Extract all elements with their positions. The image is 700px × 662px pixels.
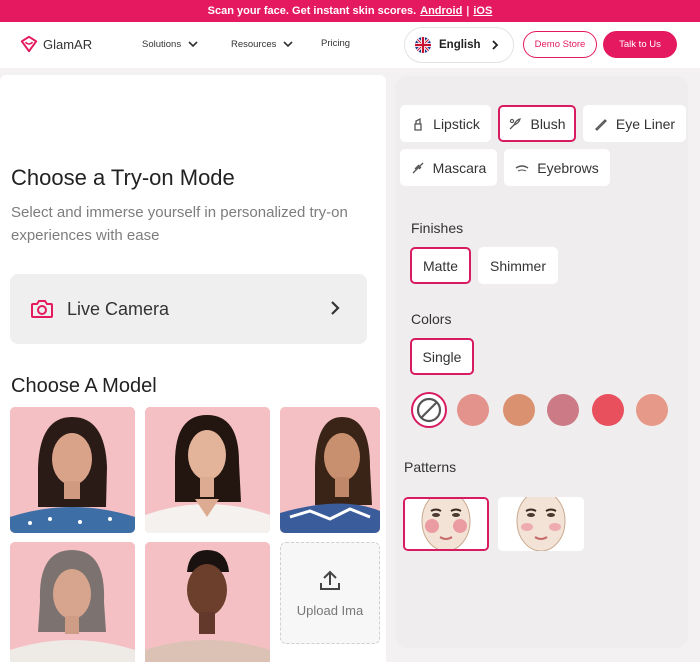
chevron-down-icon (188, 41, 198, 48)
finishes-label: Finishes (411, 220, 464, 236)
live-camera-label: Live Camera (67, 298, 170, 319)
talk-to-us-button[interactable]: Talk to Us (603, 31, 677, 58)
eyeliner-icon (595, 118, 607, 131)
category-label: Blush (530, 115, 566, 132)
upload-icon (320, 570, 340, 590)
category-eyebrows[interactable]: Eyebrows (504, 149, 610, 186)
category-mascara[interactable]: Mascara (400, 149, 497, 186)
finish-label: Matte (422, 257, 458, 274)
pattern-option[interactable] (498, 497, 584, 551)
language-selector[interactable]: English (404, 27, 514, 63)
blush-brush-icon (510, 117, 522, 129)
color-swatch[interactable] (503, 394, 535, 426)
category-label: Lipstick (433, 115, 480, 132)
no-color-swatch[interactable] (411, 392, 447, 428)
chevron-right-icon (492, 40, 499, 50)
blush-pattern-cheeks-icon (405, 499, 487, 549)
promo-text: Scan your face. Get instant skin scores. (207, 5, 417, 17)
lipstick-icon (414, 117, 422, 131)
nav-resources-label: Resources (231, 38, 277, 50)
finish-label: Shimmer (489, 257, 546, 274)
demo-store-button[interactable]: Demo Store (523, 31, 597, 58)
eyebrow-icon (515, 164, 529, 171)
model-thumbnail[interactable] (280, 407, 380, 533)
model-thumbnail[interactable] (10, 542, 135, 662)
ios-link[interactable]: iOS (473, 5, 492, 17)
try-on-mode-panel: Choose a Try-on Mode Select and immerse … (0, 75, 386, 662)
pattern-option[interactable] (403, 497, 489, 551)
choose-model-title: Choose A Model (11, 375, 157, 397)
mascara-icon (412, 162, 424, 173)
glamar-logo-icon (20, 35, 38, 53)
color-mode-single[interactable]: Single (410, 338, 474, 375)
category-label: Mascara (432, 159, 487, 176)
android-link[interactable]: Android (420, 5, 462, 17)
brand-name: GlamAR (43, 36, 93, 52)
makeup-options-panel: Lipstick Blush Eye Liner Mascara Eyebrow… (395, 76, 688, 648)
blush-pattern-apples-icon (498, 497, 584, 551)
nav-solutions-label: Solutions (142, 38, 182, 50)
top-nav: GlamAR Solutions Resources Pricing Engli… (0, 22, 700, 68)
category-eye-liner[interactable]: Eye Liner (583, 105, 686, 142)
model-thumbnail[interactable] (145, 542, 270, 662)
promo-banner: Scan your face. Get instant skin scores.… (0, 0, 700, 22)
live-camera-button[interactable]: Live Camera (10, 274, 367, 344)
color-swatch[interactable] (547, 394, 579, 426)
upload-image-button[interactable]: Upload Ima (280, 542, 380, 644)
color-swatch[interactable] (592, 394, 624, 426)
brand-logo[interactable]: GlamAR (20, 35, 92, 53)
none-icon (416, 397, 442, 423)
camera-icon (31, 300, 53, 318)
nav-pricing[interactable]: Pricing (321, 38, 350, 49)
category-blush[interactable]: Blush (498, 105, 576, 142)
color-swatch[interactable] (636, 394, 668, 426)
uk-flag-icon (415, 37, 431, 53)
chevron-right-icon (331, 301, 340, 315)
page-subtitle: Select and immerse yourself in personali… (11, 204, 348, 244)
banner-separator: | (466, 5, 470, 17)
category-label: Eyebrows (537, 159, 599, 176)
colors-label: Colors (411, 311, 452, 327)
finish-matte[interactable]: Matte (410, 247, 471, 284)
page-title: Choose a Try-on Mode (11, 165, 235, 190)
category-label: Eye Liner (615, 115, 676, 132)
model-thumbnail[interactable] (145, 407, 270, 533)
nav-solutions[interactable]: Solutions (142, 38, 199, 50)
finish-shimmer[interactable]: Shimmer (478, 247, 558, 284)
language-label: English (439, 39, 481, 51)
category-lipstick[interactable]: Lipstick (400, 105, 491, 142)
color-swatch[interactable] (457, 394, 489, 426)
upload-label: Upload Ima (296, 602, 364, 618)
chevron-down-icon (283, 41, 293, 48)
nav-pricing-label: Pricing (321, 38, 351, 49)
model-thumbnail[interactable] (10, 407, 135, 533)
patterns-label: Patterns (404, 459, 457, 475)
color-mode-label: Single (422, 348, 462, 365)
nav-resources[interactable]: Resources (231, 38, 294, 50)
